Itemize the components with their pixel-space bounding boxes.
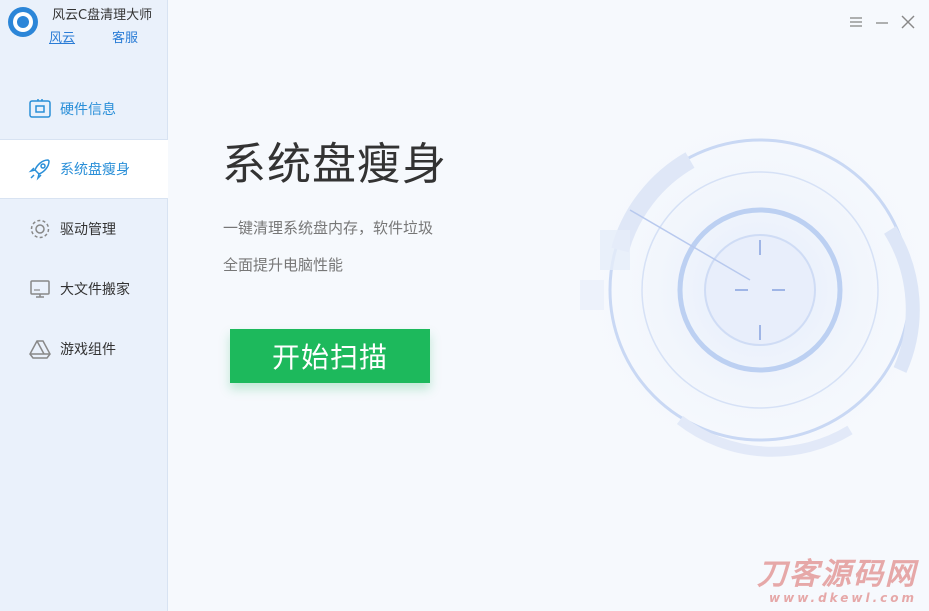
sidebar-item-large-files[interactable]: 大文件搬家 xyxy=(0,259,167,319)
sidebar-item-label: 系统盘瘦身 xyxy=(60,162,130,178)
sidebar-nav: 硬件信息 系统盘瘦身 驱动管理 大文件搬家 游戏组件 xyxy=(0,79,168,379)
close-icon xyxy=(901,15,915,29)
menu-icon xyxy=(850,17,862,27)
monitor-icon xyxy=(27,276,53,302)
sidebar-item-system-slim[interactable]: 系统盘瘦身 xyxy=(0,139,168,199)
menu-button[interactable] xyxy=(846,12,866,32)
start-scan-button[interactable]: 开始扫描 xyxy=(230,329,430,383)
brand-link[interactable]: 风云 xyxy=(49,27,75,46)
sidebar-item-game[interactable]: 游戏组件 xyxy=(0,319,167,379)
sidebar-item-hardware[interactable]: 硬件信息 xyxy=(0,79,167,139)
minimize-icon xyxy=(876,22,888,24)
brand-area: 风云C盘清理大师 风云 客服 xyxy=(0,0,167,60)
description-line-2: 全面提升电脑性能 xyxy=(223,256,344,274)
sidebar-item-driver[interactable]: 驱动管理 xyxy=(0,199,167,259)
sidebar-item-label: 硬件信息 xyxy=(60,102,116,118)
sidebar: 风云C盘清理大师 风云 客服 硬件信息 系统盘瘦身 驱动管理 大文件搬家 游戏组… xyxy=(0,0,168,611)
gear-icon xyxy=(27,216,53,242)
watermark-title: 刀客源码网 xyxy=(757,557,917,592)
close-button[interactable] xyxy=(898,12,918,32)
page-title: 系统盘瘦身 xyxy=(222,139,447,190)
rocket-icon xyxy=(27,156,53,182)
app-window: 风云C盘清理大师 风云 客服 硬件信息 系统盘瘦身 驱动管理 大文件搬家 游戏组… xyxy=(0,0,929,611)
sidebar-item-label: 驱动管理 xyxy=(60,222,116,238)
app-title: 风云C盘清理大师 xyxy=(52,8,153,23)
watermark-url: www.dkewl.com xyxy=(769,591,917,605)
app-logo-icon xyxy=(8,7,38,37)
sidebar-item-label: 游戏组件 xyxy=(60,342,116,358)
hardware-icon xyxy=(27,96,53,122)
watermark: 刀客源码网 www.dkewl.com xyxy=(757,557,917,606)
radar-decoration xyxy=(570,130,929,480)
sidebar-item-label: 大文件搬家 xyxy=(60,282,130,298)
description-line-1: 一键清理系统盘内存，软件垃圾 xyxy=(223,219,434,237)
minimize-button[interactable] xyxy=(872,12,892,32)
support-link[interactable]: 客服 xyxy=(112,27,138,46)
drive-icon xyxy=(27,336,53,362)
